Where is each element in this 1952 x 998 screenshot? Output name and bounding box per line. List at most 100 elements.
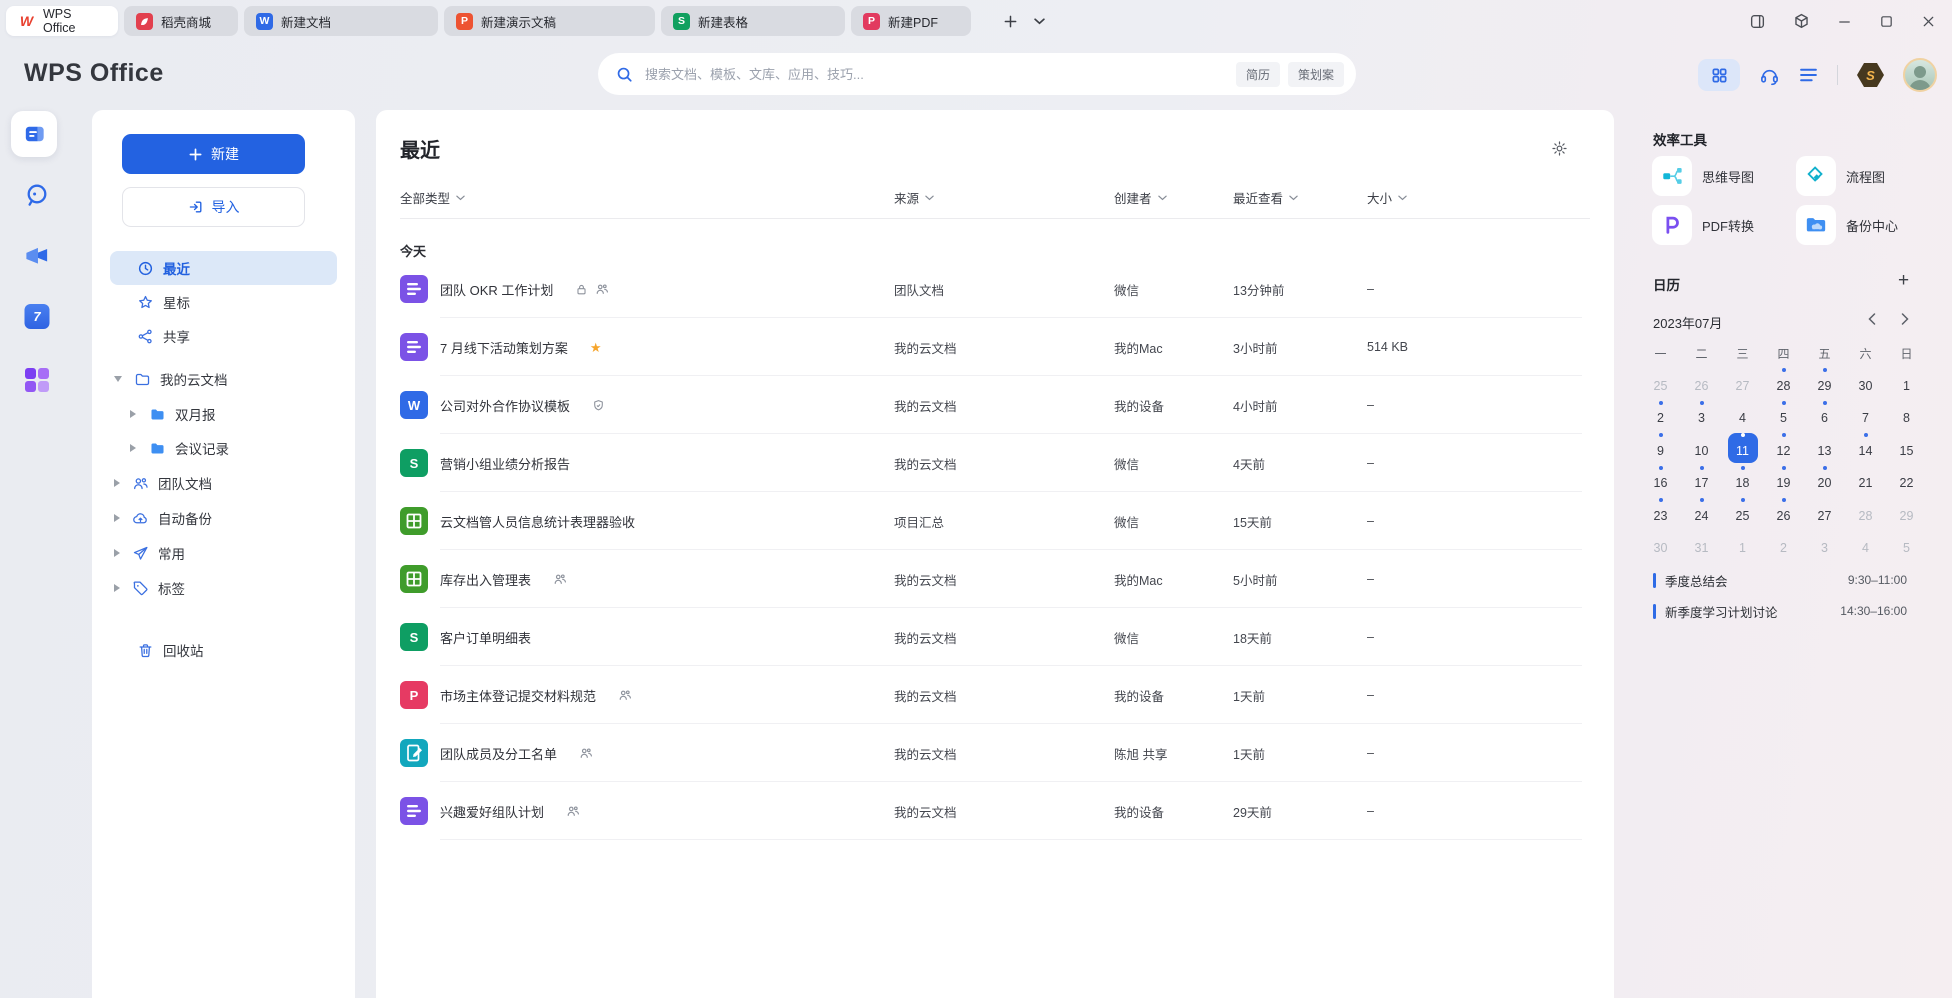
chevron-right-icon[interactable]	[114, 584, 120, 592]
calendar-day[interactable]: 13	[1810, 433, 1840, 463]
minimize-icon[interactable]	[1837, 14, 1852, 29]
calendar-day[interactable]: 30	[1851, 368, 1881, 398]
sidebar-item-team-docs[interactable]: 团队文档	[110, 466, 337, 500]
calendar-day[interactable]: 30	[1646, 531, 1676, 561]
calendar-event[interactable]: 新季度学习计划讨论 14:30–16:00	[1653, 598, 1907, 624]
tab-new-presentation[interactable]: P 新建演示文稿	[444, 6, 655, 36]
chevron-left-icon[interactable]	[1868, 313, 1876, 325]
sidebar-item-shared[interactable]: 共享	[110, 319, 337, 353]
calendar-day[interactable]: 24	[1687, 498, 1717, 528]
search-tag-resume[interactable]: 简历	[1236, 62, 1280, 87]
file-row[interactable]: 团队成员及分工名单我的云文档陈旭 共享1天前–	[400, 724, 1590, 782]
calendar-day[interactable]: 17	[1687, 466, 1717, 496]
new-tab-button[interactable]	[1003, 14, 1018, 29]
calendar-day[interactable]: 4	[1728, 401, 1758, 431]
calendar-day[interactable]: 16	[1646, 466, 1676, 496]
file-row[interactable]: S客户订单明细表我的云文档微信18天前–	[400, 608, 1590, 666]
calendar-day[interactable]: 21	[1851, 466, 1881, 496]
calendar-day[interactable]: 26	[1769, 498, 1799, 528]
filter-creator[interactable]: 创建者	[1114, 188, 1233, 207]
tool-flowchart[interactable]: 流程图	[1796, 156, 1885, 196]
tab-wps-office[interactable]: W WPS Office	[6, 6, 118, 36]
menu-icon[interactable]	[1799, 67, 1818, 83]
calendar-day[interactable]: 4	[1851, 531, 1881, 561]
calendar-day[interactable]: 20	[1810, 466, 1840, 496]
filter-source[interactable]: 来源	[894, 188, 1114, 207]
headset-icon[interactable]	[1759, 65, 1780, 86]
tab-new-document[interactable]: W 新建文档	[244, 6, 438, 36]
calendar-add-plus-icon[interactable]: +	[1898, 271, 1909, 290]
file-row[interactable]: 7 月线下活动策划方案★我的云文档我的Mac3小时前514 KB	[400, 318, 1590, 376]
dock-icon[interactable]	[1749, 13, 1766, 30]
file-row[interactable]: S营销小组业绩分析报告我的云文档微信4天前–	[400, 434, 1590, 492]
calendar-day[interactable]: 19	[1769, 466, 1799, 496]
rail-item-calendar calendar-7-icon[interactable]: 7	[25, 304, 50, 329]
calendar-day[interactable]: 7	[1851, 401, 1881, 431]
calendar-day[interactable]: 2	[1646, 401, 1676, 431]
file-row[interactable]: 库存出入管理表我的云文档我的Mac5小时前–	[400, 550, 1590, 608]
calendar-day[interactable]: 6	[1810, 401, 1840, 431]
sidebar-item-starred[interactable]: 星标	[110, 285, 337, 319]
calendar-day[interactable]: 5	[1892, 531, 1922, 561]
calendar-day[interactable]: 27	[1728, 368, 1758, 398]
gear-icon[interactable]	[1551, 140, 1568, 157]
chevron-right-icon[interactable]	[114, 514, 120, 522]
calendar-day[interactable]: 14	[1851, 433, 1881, 463]
calendar-day[interactable]: 26	[1687, 368, 1717, 398]
search-tag-plan[interactable]: 策划案	[1288, 62, 1344, 87]
file-row[interactable]: 团队 OKR 工作计划团队文档微信13分钟前–	[400, 260, 1590, 318]
maximize-icon[interactable]	[1879, 14, 1894, 29]
calendar-day[interactable]: 8	[1892, 401, 1922, 431]
calendar-day[interactable]: 27	[1810, 498, 1840, 528]
new-button[interactable]: 新建	[122, 134, 305, 174]
search-bar[interactable]: 简历 策划案	[598, 53, 1356, 95]
chevron-right-icon[interactable]	[130, 410, 136, 418]
svip-badge-icon[interactable]: S	[1857, 63, 1884, 87]
workspace-icon[interactable]	[1793, 13, 1810, 30]
tab-docer-mall[interactable]: 稻壳商城	[124, 6, 238, 36]
calendar-day[interactable]: 15	[1892, 433, 1922, 463]
file-row[interactable]: 云文档管人员信息统计表理器验收项目汇总微信15天前–	[400, 492, 1590, 550]
calendar-day[interactable]: 22	[1892, 466, 1922, 496]
avatar[interactable]	[1903, 58, 1937, 92]
chevron-down-icon[interactable]	[114, 376, 122, 382]
calendar-day[interactable]: 29	[1810, 368, 1840, 398]
chevron-right-icon[interactable]	[1901, 313, 1909, 325]
sidebar-item-bimonthly-report[interactable]: 双月报	[110, 397, 337, 431]
tab-list-chevron-down-icon[interactable]	[1034, 18, 1045, 25]
filter-size[interactable]: 大小	[1367, 188, 1590, 207]
calendar-day[interactable]: 5	[1769, 401, 1799, 431]
search-input[interactable]	[643, 66, 1228, 83]
calendar-day[interactable]: 9	[1646, 433, 1676, 463]
sidebar-item-tags[interactable]: 标签	[110, 571, 337, 605]
tool-pdf-convert[interactable]: PDF转换	[1652, 205, 1754, 245]
calendar-day[interactable]: 3	[1687, 401, 1717, 431]
calendar-day[interactable]: 28	[1769, 368, 1799, 398]
rail-item-docs[interactable]	[11, 111, 57, 157]
calendar-event[interactable]: 季度总结会 9:30–11:00	[1653, 567, 1907, 593]
sidebar-item-meeting-notes[interactable]: 会议记录	[110, 431, 337, 465]
import-button[interactable]: 导入	[122, 187, 305, 227]
tab-new-spreadsheet[interactable]: S 新建表格	[661, 6, 845, 36]
rail-item-meeting video-camera-icon[interactable]	[24, 243, 51, 270]
filter-type[interactable]: 全部类型	[400, 188, 894, 207]
calendar-day[interactable]: 1	[1892, 368, 1922, 398]
calendar-day[interactable]: 31	[1687, 531, 1717, 561]
calendar-day[interactable]: 10	[1687, 433, 1717, 463]
calendar-day[interactable]: 12	[1769, 433, 1799, 463]
rail-item-chat[interactable]	[24, 182, 50, 208]
calendar-day[interactable]: 28	[1851, 498, 1881, 528]
chevron-right-icon[interactable]	[130, 444, 136, 452]
sidebar-item-frequently-used[interactable]: 常用	[110, 536, 337, 570]
calendar-day[interactable]: 25	[1646, 368, 1676, 398]
sidebar-item-auto-backup[interactable]: 自动备份	[110, 501, 337, 535]
file-row[interactable]: 兴趣爱好组队计划我的云文档我的设备29天前–	[400, 782, 1590, 840]
sidebar-item-trash[interactable]: 回收站	[110, 633, 337, 667]
file-row[interactable]: W公司对外合作协议模板我的云文档我的设备4小时前–	[400, 376, 1590, 434]
calendar-day[interactable]: 29	[1892, 498, 1922, 528]
calendar-day[interactable]: 23	[1646, 498, 1676, 528]
calendar-day[interactable]: 18	[1728, 466, 1758, 496]
apps-grid-icon[interactable]	[1698, 59, 1740, 91]
chevron-right-icon[interactable]	[114, 479, 120, 487]
file-row[interactable]: P市场主体登记提交材料规范我的云文档我的设备1天前–	[400, 666, 1590, 724]
